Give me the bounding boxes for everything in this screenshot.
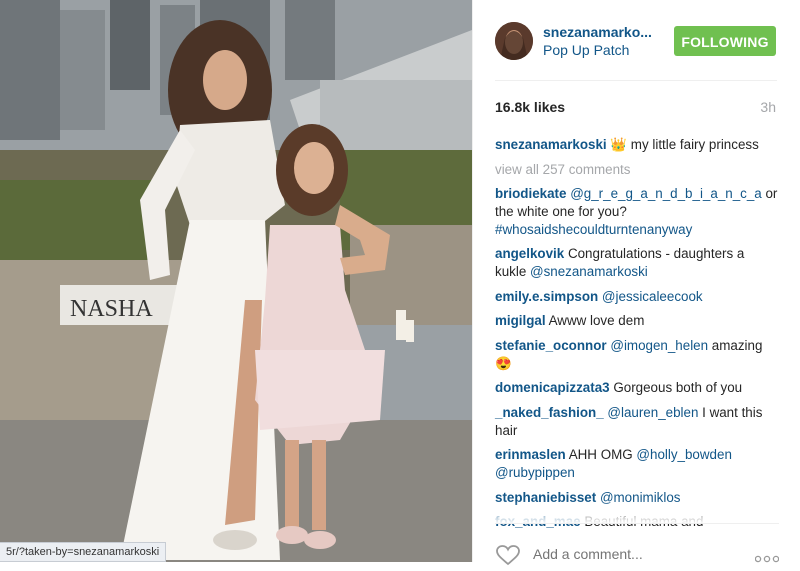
add-comment-input[interactable]	[533, 546, 733, 562]
avatar[interactable]	[495, 22, 533, 60]
comment-username[interactable]: domenicapizzata3	[495, 380, 610, 395]
comments-fade	[495, 500, 779, 524]
comment-username[interactable]: _naked_fashion_	[495, 405, 604, 420]
photo-illustration: NASHA	[0, 0, 472, 562]
comment-username[interactable]: briodiekate	[495, 186, 566, 201]
comment-mention[interactable]: @g_r_e_g_a_n_d_b_i_a_n_c_a	[570, 186, 762, 201]
list-item: migilgal Awww love dem	[495, 312, 779, 330]
caption-text: my little fairy princess	[627, 137, 759, 152]
comment-mention[interactable]: @imogen_helen	[607, 338, 708, 353]
comment-mention[interactable]: @jessicaleecook	[598, 289, 703, 304]
caption-username[interactable]: snezanamarkoski	[495, 137, 607, 152]
more-options-icon[interactable]	[754, 550, 780, 568]
post-footer	[495, 523, 780, 566]
post-header: snezanamarko... Pop Up Patch FOLLOWING	[473, 0, 800, 80]
comment-hashtag[interactable]: #whosaidshecouldturntenanyway	[495, 222, 692, 237]
comment-text: AHH OMG	[565, 447, 637, 462]
photo-sign-text: NASHA	[70, 296, 153, 322]
comment-username[interactable]: emily.e.simpson	[495, 289, 598, 304]
list-item: stefanie_oconnor @imogen_helen amazing 😍	[495, 337, 779, 373]
list-item: angelkovik Congratulations - daughters a…	[495, 245, 779, 281]
list-item: briodiekate @g_r_e_g_a_n_d_b_i_a_n_c_a o…	[495, 185, 779, 239]
view-all-comments-link[interactable]: view all 257 comments	[495, 161, 779, 179]
list-item: _naked_fashion_ @lauren_eblen I want thi…	[495, 404, 779, 440]
comment-username[interactable]: stefanie_oconnor	[495, 338, 607, 353]
caption: snezanamarkoski 👑 my little fairy prince…	[495, 136, 779, 154]
status-bar-url: 5r/?taken-by=snezanamarkoski	[0, 542, 167, 562]
comments-list: snezanamarkoski 👑 my little fairy prince…	[495, 136, 779, 538]
heart-icon[interactable]	[495, 544, 521, 571]
post-time[interactable]: 3h	[760, 99, 776, 115]
comment-text: Gorgeous both of you	[609, 380, 743, 395]
comment-username[interactable]: migilgal	[495, 313, 546, 328]
comment-username[interactable]: erinmaslen	[495, 447, 566, 462]
following-button[interactable]: FOLLOWING	[674, 26, 776, 56]
list-item: domenicapizzata3 Gorgeous both of you	[495, 379, 779, 397]
post-photo[interactable]: NASHA 5r/?taken-by=snezanamarkoski	[0, 0, 472, 562]
crown-emoji: 👑	[610, 137, 628, 152]
comment-username[interactable]: angelkovik	[495, 246, 564, 261]
comment-mention[interactable]: @snezanamarkoski	[530, 264, 648, 279]
likes-count[interactable]: 16.8k likes	[495, 99, 565, 115]
comment-mention[interactable]: @lauren_eblen	[604, 405, 698, 420]
location-link[interactable]: Pop Up Patch	[543, 42, 629, 58]
header-divider	[495, 80, 777, 81]
username-link[interactable]: snezanamarko...	[543, 24, 652, 40]
post-details-panel: snezanamarko... Pop Up Patch FOLLOWING 1…	[472, 0, 800, 566]
list-item: erinmaslen AHH OMG @holly_bowden @rubypi…	[495, 446, 779, 482]
list-item: emily.e.simpson @jessicaleecook	[495, 288, 779, 306]
avatar-image	[495, 22, 533, 60]
comment-text: Awww love dem	[545, 313, 645, 328]
